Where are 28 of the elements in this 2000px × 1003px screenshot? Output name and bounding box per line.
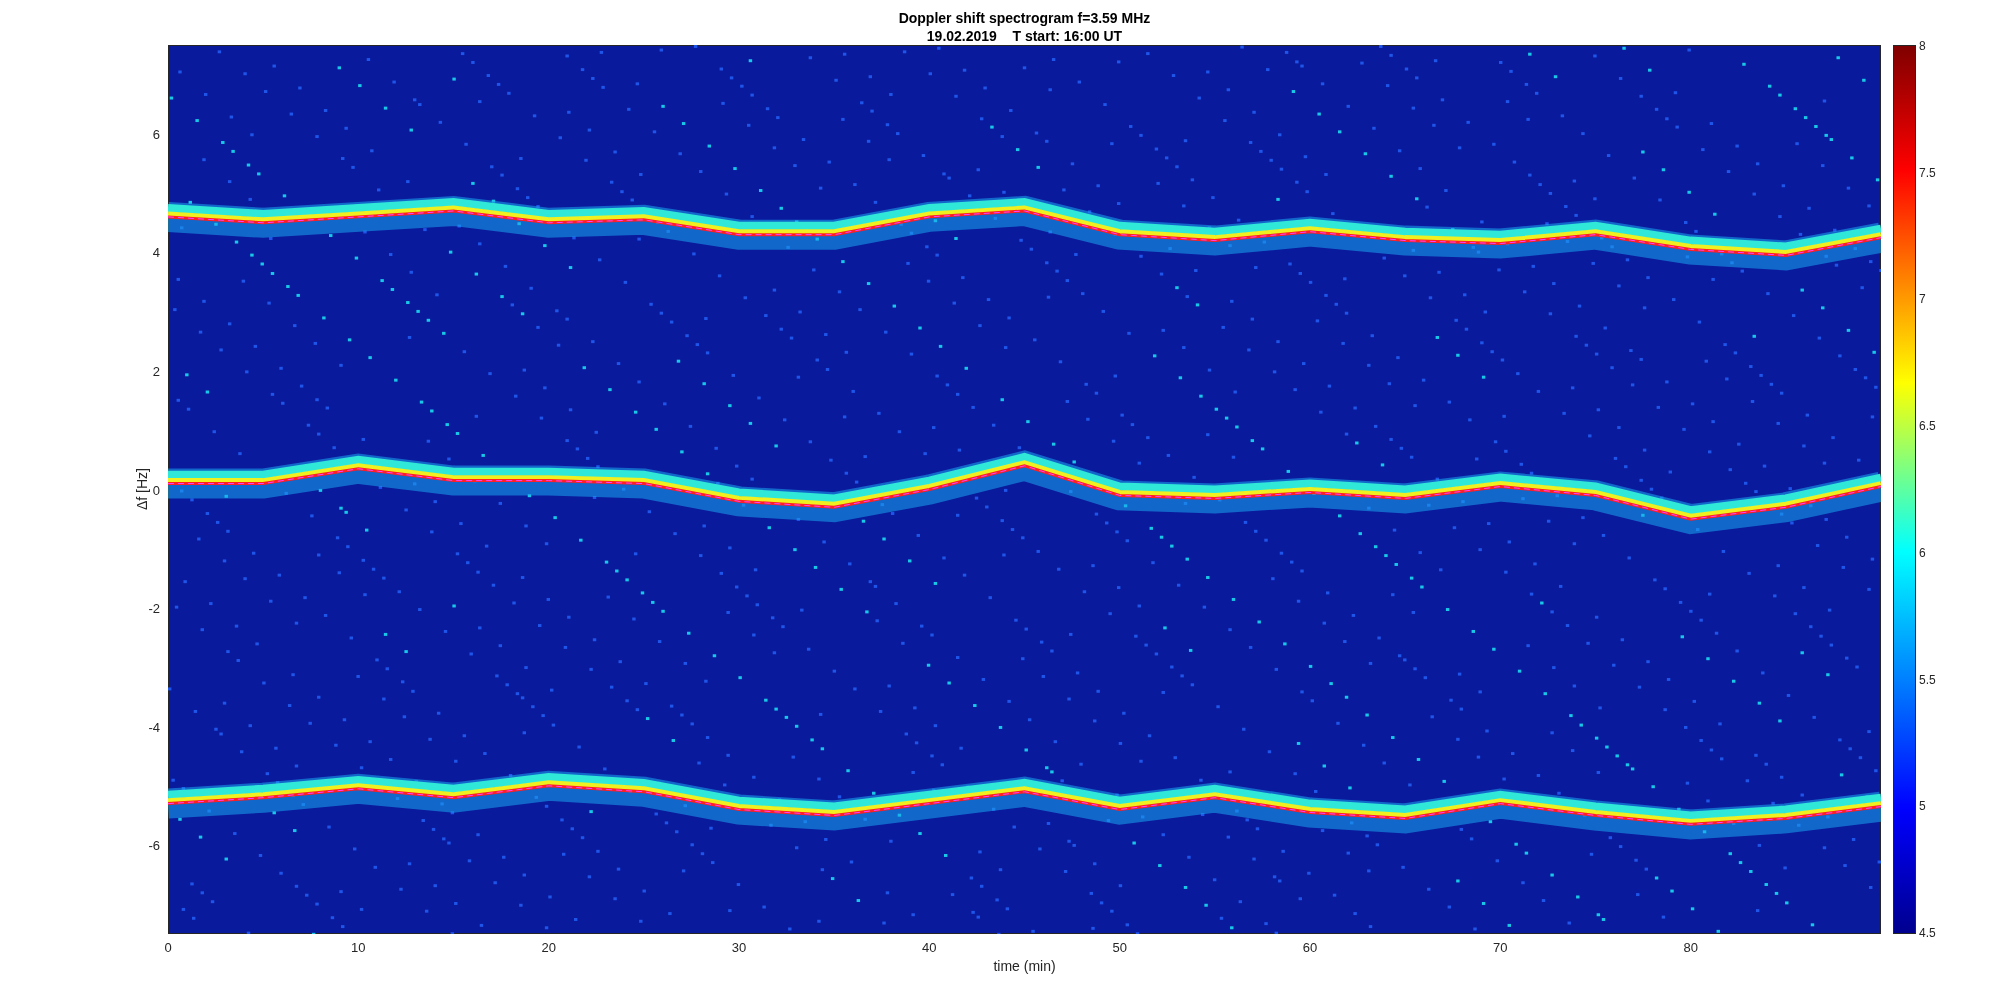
y-tick-label: 6 [152, 126, 160, 142]
y-tick-label: -6 [148, 837, 160, 853]
x-tick-label: 20 [541, 940, 556, 955]
colorbar-tick-label: 5.5 [1919, 672, 1936, 687]
y-tick-label: 2 [152, 363, 160, 379]
plot-subtitle: 19.02.2019 T start: 16:00 UT [926, 27, 1123, 45]
colorbar-tick-label: 5 [1919, 799, 1926, 814]
colorbar-tick-label: 8 [1919, 39, 1926, 53]
y-tick-label: 0 [152, 482, 160, 497]
colorbar-tick-label: 4.5 [1919, 926, 1936, 940]
y-tick-label: 4 [152, 244, 160, 260]
colorbar-tick-label: 7 [1919, 292, 1926, 307]
y-tick-label: -2 [148, 600, 160, 616]
x-tick-label: 60 [1302, 940, 1318, 955]
x-tick-label: 0 [164, 940, 172, 955]
x-tick-label: 30 [731, 940, 747, 955]
x-tick-label: 10 [351, 940, 366, 955]
y-axis-label: Δf [Hz] [134, 468, 150, 511]
colorbar-tick-label: 7.5 [1919, 165, 1936, 180]
x-tick-label: 50 [1112, 940, 1127, 955]
x-tick-label: 80 [1683, 940, 1698, 955]
plot-title: Doppler shift spectrogram f=3.59 MHz [898, 9, 1151, 27]
x-axis-label: time (min) [993, 958, 1056, 974]
x-tick-label: 70 [1493, 940, 1508, 955]
colorbar-tick-label: 6 [1919, 545, 1926, 560]
x-tick-label: 40 [922, 940, 937, 955]
y-tick-label: -4 [148, 719, 160, 735]
colorbar-tick-label: 6.5 [1919, 419, 1936, 434]
